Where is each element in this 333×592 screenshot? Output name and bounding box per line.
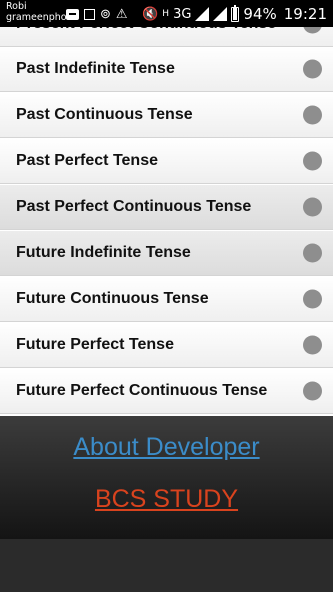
list-item-future-perfect-continuous[interactable]: Future Perfect Continuous Tense — [0, 369, 333, 414]
footer: About Developer BCS STUDY — [0, 416, 333, 539]
list-item-label: Future Perfect Tense — [16, 336, 174, 353]
circle-indicator-icon — [303, 197, 322, 217]
list-item-label: Past Indefinite Tense — [16, 60, 175, 77]
list-item-label: Past Perfect Tense — [16, 152, 158, 169]
about-developer-link[interactable]: About Developer — [0, 433, 333, 462]
battery-percent: 94% — [243, 5, 277, 23]
list-item-label: Future Perfect Continuous Tense — [16, 382, 268, 399]
bcs-study-link[interactable]: BCS STUDY — [0, 485, 333, 514]
list-item-label: Past Perfect Continuous Tense — [16, 198, 252, 215]
list-item-past-indefinite[interactable]: Past Indefinite Tense — [0, 47, 333, 92]
message-icon — [66, 8, 79, 20]
circle-indicator-icon — [303, 335, 322, 355]
clock: 19:21 — [283, 5, 327, 23]
list-item-past-perfect[interactable]: Past Perfect Tense — [0, 139, 333, 184]
list-item-label: Future Indefinite Tense — [16, 244, 191, 261]
signal-icon-2 — [213, 7, 228, 21]
mute-icon: 🔇 — [142, 6, 159, 22]
list-item-future-continuous[interactable]: Future Continuous Tense — [0, 277, 333, 322]
alert-icon: ⚠ — [115, 6, 128, 21]
list-item-label: Past Continuous Tense — [16, 106, 193, 123]
circle-indicator-icon — [303, 289, 322, 309]
status-right: 🔇 H 3G 94% 19:21 — [142, 3, 327, 25]
signal-icon — [195, 7, 210, 21]
sync-icon: ⊚ — [100, 6, 111, 21]
image-icon — [84, 8, 95, 20]
list-item-past-continuous[interactable]: Past Continuous Tense — [0, 93, 333, 138]
bottom-area — [0, 539, 333, 592]
status-bar: Robi grameenphone ⊚ ⚠ 🔇 H 3G 94% 19:21 — [0, 0, 333, 27]
notification-icons: ⊚ ⚠ — [66, 5, 128, 23]
list-item-label: Future Continuous Tense — [16, 290, 209, 307]
tense-list: Present Perfect Continuous Tense Past In… — [0, 0, 333, 416]
circle-indicator-icon — [303, 59, 322, 79]
h-icon: H — [162, 8, 170, 19]
network-type: 3G — [173, 6, 192, 22]
circle-indicator-icon — [303, 151, 322, 171]
list-item-future-perfect[interactable]: Future Perfect Tense — [0, 323, 333, 368]
circle-indicator-icon — [303, 381, 322, 401]
battery-icon — [231, 4, 240, 22]
circle-indicator-icon — [303, 243, 322, 263]
circle-indicator-icon — [303, 105, 322, 125]
list-item-future-indefinite[interactable]: Future Indefinite Tense — [0, 231, 333, 276]
list-item-past-perfect-continuous[interactable]: Past Perfect Continuous Tense — [0, 185, 333, 230]
